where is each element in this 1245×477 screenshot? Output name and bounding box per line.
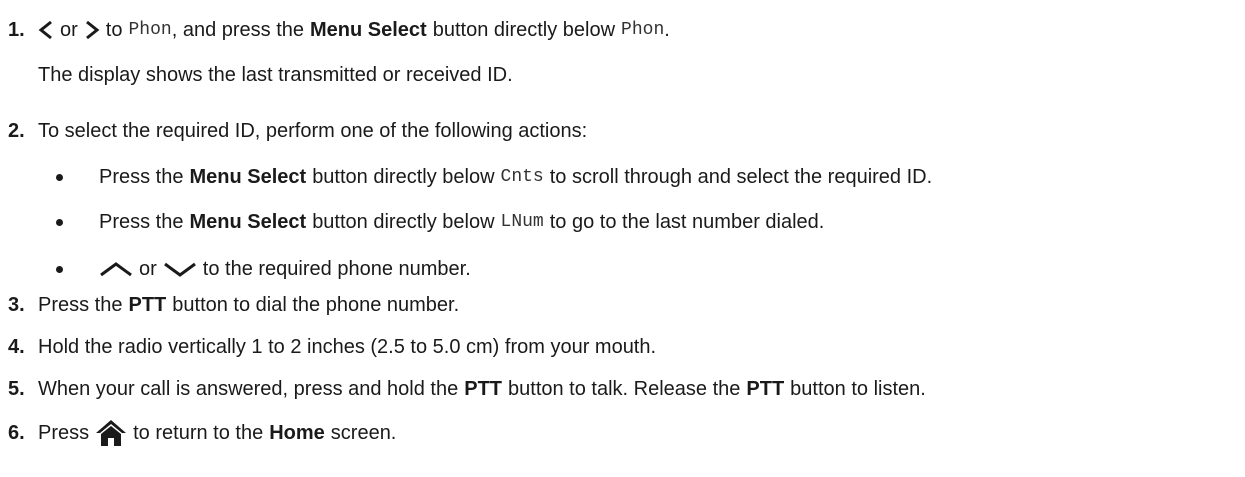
ptt-label: PTT xyxy=(746,377,785,400)
step-4-text: Hold the radio vertically 1 to 2 inches … xyxy=(38,335,657,358)
step-5-post: button to listen. xyxy=(790,377,926,400)
bullet-text: or to the required phone number. xyxy=(99,258,471,281)
step-5: 5. When your call is answered, press and… xyxy=(0,374,1245,404)
step-number: 4. xyxy=(8,335,25,358)
chevron-left-icon xyxy=(38,19,54,41)
home-icon xyxy=(95,419,127,447)
or-text: or xyxy=(139,257,157,280)
step-6-post: screen. xyxy=(330,421,397,444)
step-number: 6. xyxy=(8,421,25,444)
step-6-pre: Press xyxy=(38,421,90,444)
bullet xyxy=(56,218,63,226)
bullet-mid: button directly below xyxy=(312,210,495,233)
code-phon: Phon xyxy=(128,20,172,40)
menu-select-label: Menu Select xyxy=(189,210,307,233)
step-number: 1. xyxy=(8,18,25,41)
bullet xyxy=(56,173,63,181)
bullet-text: Press the Menu Select button directly be… xyxy=(99,166,932,189)
step-1-mid: , and press the xyxy=(171,18,305,41)
bullet-text: Press the Menu Select button directly be… xyxy=(99,211,824,234)
step-1-note-text: The display shows the last transmitted o… xyxy=(38,63,513,86)
or-text: or xyxy=(60,18,78,41)
menu-select-label: Menu Select xyxy=(310,18,427,41)
step-number: 3. xyxy=(8,293,25,316)
step-5-text: When your call is answered, press and ho… xyxy=(38,378,926,401)
step-3-post: button to dial the phone number. xyxy=(172,293,460,316)
step-1-tail: button directly below xyxy=(432,18,616,41)
step-1-text: or to Phon , and press the Menu Select b… xyxy=(38,19,670,42)
step-1: 1. or to Phon , and press the Menu Selec… xyxy=(0,15,1245,45)
ptt-label: PTT xyxy=(128,293,167,316)
list-item: or to the required phone number. xyxy=(0,254,1245,284)
step-3-text: Press the PTT button to dial the phone n… xyxy=(38,294,459,317)
step-6-mid: to return to the xyxy=(133,421,264,444)
chevron-right-icon xyxy=(84,19,100,41)
step-5-mid: button to talk. Release the xyxy=(508,377,741,400)
bullet-pre: Press the xyxy=(99,210,184,233)
list-item: Press the Menu Select button directly be… xyxy=(0,162,1245,192)
bullet-mid: button directly below xyxy=(312,165,495,188)
step-1-note: The display shows the last transmitted o… xyxy=(0,60,1245,90)
step-number: 2. xyxy=(8,119,25,142)
step-5-pre: When your call is answered, press and ho… xyxy=(38,377,459,400)
step-3-pre: Press the xyxy=(38,293,123,316)
chevron-down-icon xyxy=(163,261,197,277)
list-item: Press the Menu Select button directly be… xyxy=(0,207,1245,237)
code-cnts: Cnts xyxy=(500,167,544,187)
to-text: to xyxy=(105,18,123,41)
step-4: 4. Hold the radio vertically 1 to 2 inch… xyxy=(0,332,1245,362)
bullet-post: to the required phone number. xyxy=(202,257,471,280)
code-phon: Phon xyxy=(621,20,665,40)
menu-select-label: Menu Select xyxy=(189,165,307,188)
step-1-end: . xyxy=(664,18,670,41)
step-2: 2. To select the required ID, perform on… xyxy=(0,116,1245,146)
bullet xyxy=(56,265,63,273)
step-6-text: Press to return to the Home screen. xyxy=(38,419,396,447)
step-2-text: To select the required ID, perform one o… xyxy=(38,119,588,142)
bullet-post: to scroll through and select the require… xyxy=(549,165,933,188)
step-6: 6. Press to return to the Home screen. xyxy=(0,418,1245,448)
ptt-label: PTT xyxy=(464,377,503,400)
bullet-pre: Press the xyxy=(99,165,184,188)
step-3: 3. Press the PTT button to dial the phon… xyxy=(0,290,1245,320)
home-label: Home xyxy=(269,421,325,444)
step-number: 5. xyxy=(8,377,25,400)
bullet-post: to go to the last number dialed. xyxy=(549,210,825,233)
chevron-up-icon xyxy=(99,261,133,277)
code-lnum: LNum xyxy=(500,212,544,232)
